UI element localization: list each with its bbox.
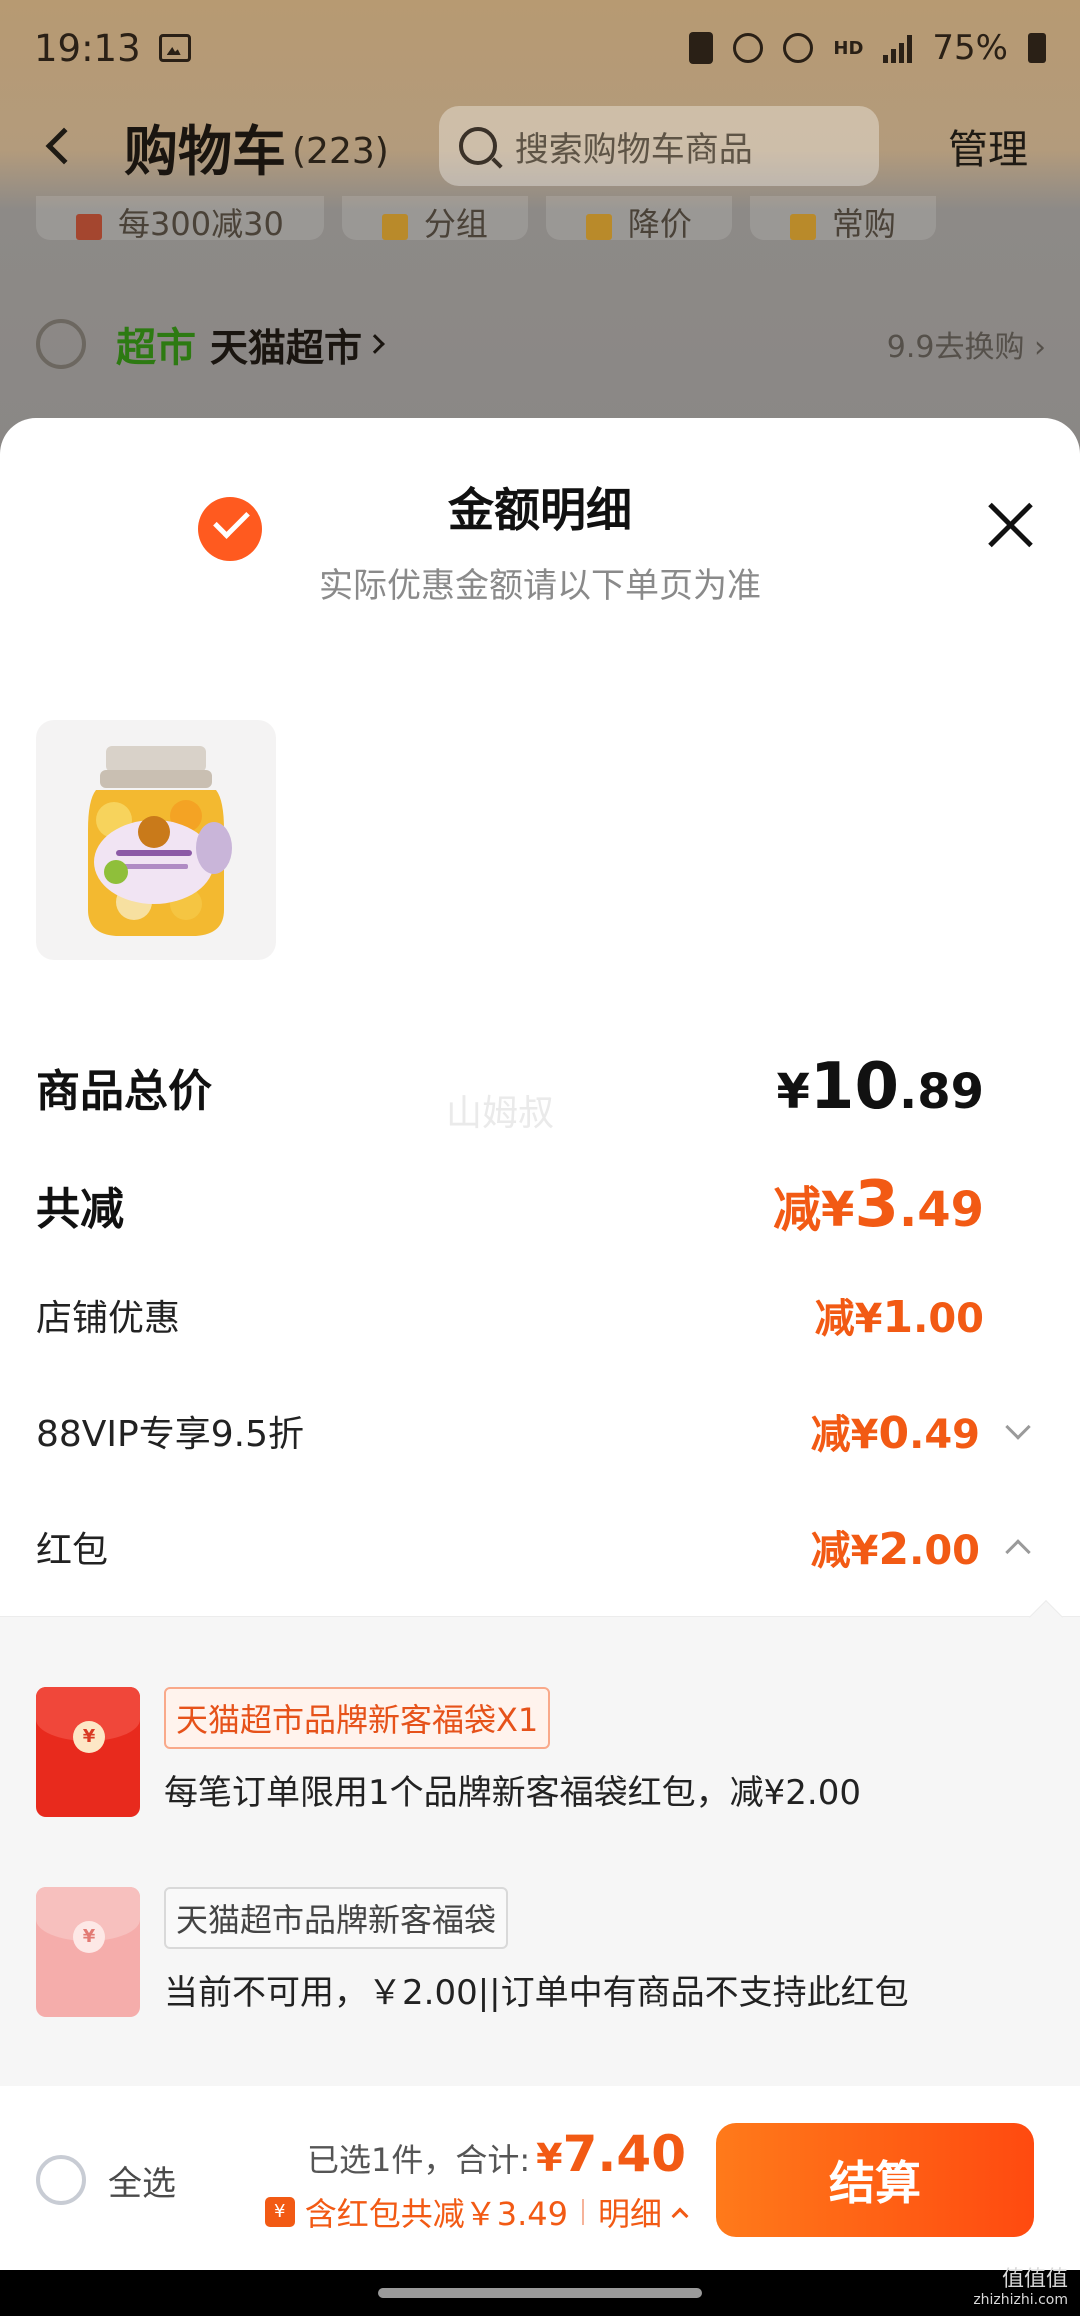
red-packet-label: 红包 [36, 1530, 109, 1571]
mute-icon [783, 33, 814, 63]
group-icon [381, 214, 408, 240]
fruit-jar-image [88, 746, 232, 936]
red-envelope-icon: ¥ [36, 1687, 140, 1817]
red-packet-row[interactable]: 红包 减¥ 2 .00 [36, 1518, 1036, 1576]
nav-bar: 购物车 (223) 搜索购物车商品 管理 [0, 96, 1080, 196]
store-row: 超市 天猫超市 9.9去换购 › [36, 315, 1046, 373]
total-price-row: 商品总价 ¥ 10 .89 [36, 1050, 1036, 1124]
panel-notch [1029, 1600, 1063, 1634]
store-name[interactable]: 天猫超市 [210, 317, 362, 372]
total-amount: ¥7.40 [536, 2125, 686, 2183]
search-icon [458, 127, 497, 165]
gesture-bar: 值值值 zhizhizhi.com [0, 2267, 1080, 2316]
filter-chip[interactable]: 分组 [341, 196, 528, 240]
filter-row: 每300减30 分组 降价 常购 [36, 196, 936, 240]
shop-discount-label: 店铺优惠 [36, 1298, 181, 1339]
summary: 已选1件，合计: ¥7.40 ¥ 含红包共减￥3.49 明细 [264, 2125, 689, 2235]
search-input[interactable]: 搜索购物车商品 [438, 106, 879, 186]
total-discount-value: 减¥ 3 .49 [773, 1168, 984, 1242]
red-envelope-icon: ¥ [36, 1887, 140, 2017]
total-price-value: ¥ 10 .89 [776, 1050, 985, 1124]
store-tag: 超市 [116, 325, 196, 371]
status-time: 19:13 [34, 26, 141, 70]
battery-percent: 75% [932, 28, 1008, 68]
hd-icon: HD [833, 37, 864, 59]
shop-discount-row: 店铺优惠 减¥ 1 .00 [36, 1286, 1036, 1344]
exchange-link[interactable]: 9.9去换购 › [887, 322, 1046, 366]
checkout-bar: 全选 已选1件，合计: ¥7.40 ¥ 含红包共减￥3.49 明细 结算 [0, 2090, 1080, 2270]
chevron-up-icon [671, 2207, 689, 2225]
site-watermark: 值值值 zhizhizhi.com [973, 2267, 1068, 2308]
checkout-button[interactable]: 结算 [716, 2123, 1034, 2237]
alarm-icon [733, 33, 764, 63]
select-all-radio[interactable] [36, 2155, 86, 2205]
notification-icon [689, 32, 714, 64]
vip-discount-value: 减¥ 0 .49 [810, 1408, 980, 1459]
red-packet-item[interactable]: ¥ 天猫超市品牌新客福袋X1 每笔订单限用1个品牌新客福袋红包，减¥2.00 [36, 1687, 861, 1817]
price-drop-icon [585, 214, 612, 240]
cart-count: (223) [292, 130, 389, 172]
store-select-radio[interactable] [36, 319, 86, 369]
selected-check-icon[interactable] [198, 497, 262, 561]
packet-tag: 天猫超市品牌新客福袋 [164, 1887, 509, 1949]
red-packet-value: 减¥ 2 .00 [810, 1524, 980, 1575]
home-indicator[interactable] [378, 2288, 702, 2298]
total-price-label: 商品总价 [36, 1066, 212, 1117]
coupon-icon [76, 214, 102, 240]
chevron-down-icon[interactable] [1000, 1413, 1036, 1449]
battery-icon [1028, 33, 1046, 63]
selected-summary: 已选1件，合计: [307, 2141, 531, 2179]
search-placeholder: 搜索购物车商品 [514, 129, 753, 170]
select-all-label[interactable]: 全选 [108, 2156, 176, 2205]
back-button[interactable] [14, 96, 104, 196]
status-icons: HD 75% [689, 28, 1046, 68]
status-bar: 19:13 HD 75% [0, 0, 1080, 96]
back-arrow-icon [45, 127, 83, 165]
close-icon[interactable] [986, 500, 1034, 548]
page-title: 购物车 [124, 119, 286, 183]
shop-discount-value: 减¥ 1 .00 [814, 1292, 984, 1343]
signal-icon [883, 33, 913, 63]
packet-desc: 当前不可用，￥2.00||订单中有商品不支持此红包 [164, 1973, 909, 2013]
filter-chip[interactable]: 降价 [545, 196, 732, 240]
total-discount-label: 共减 [36, 1184, 124, 1235]
sheet-subtitle: 实际优惠金额请以下单页为准 [319, 566, 761, 606]
detail-link[interactable]: 明细 [598, 2189, 662, 2235]
sheet-title: 金额明细 [448, 483, 632, 537]
vip-discount-label: 88VIP专享9.5折 [36, 1414, 305, 1455]
chevron-up-icon[interactable] [1000, 1529, 1036, 1565]
vip-discount-row[interactable]: 88VIP专享9.5折 减¥ 0 .49 [36, 1402, 1036, 1460]
filter-chip[interactable]: 常购 [749, 196, 936, 240]
packet-tag: 天猫超市品牌新客福袋X1 [164, 1687, 551, 1749]
chevron-right-icon [365, 334, 385, 354]
red-packet-icon: ¥ [264, 2197, 295, 2227]
red-packet-item-disabled: ¥ 天猫超市品牌新客福袋 当前不可用，￥2.00||订单中有商品不支持此红包 [36, 1887, 909, 2017]
manage-button[interactable]: 管理 [948, 117, 1028, 175]
discount-summary-text: 含红包共减￥3.49 [304, 2195, 568, 2233]
filter-chip[interactable]: 每300减30 [36, 196, 324, 240]
discount-summary[interactable]: ¥ 含红包共减￥3.49 明细 [264, 2189, 689, 2235]
packet-desc: 每笔订单限用1个品牌新客福袋红包，减¥2.00 [164, 1773, 861, 1813]
gallery-icon [158, 34, 191, 62]
red-packet-panel: ¥ 天猫超市品牌新客福袋X1 每笔订单限用1个品牌新客福袋红包，减¥2.00 ¥… [0, 1600, 1080, 2086]
divider [581, 2199, 584, 2225]
background-app: 19:13 HD 75% 购物车 (223) 搜索购物车商品 管理 每300减3… [0, 0, 1080, 460]
product-thumbnail[interactable] [36, 720, 276, 960]
amount-detail-sheet: 金额明细 实际优惠金额请以下单页为准 山姆叔 商品总价 ¥ 10 .89 共减 … [0, 418, 1080, 2284]
total-discount-row: 共减 减¥ 3 .49 [36, 1168, 1036, 1242]
cart-icon [789, 214, 816, 240]
